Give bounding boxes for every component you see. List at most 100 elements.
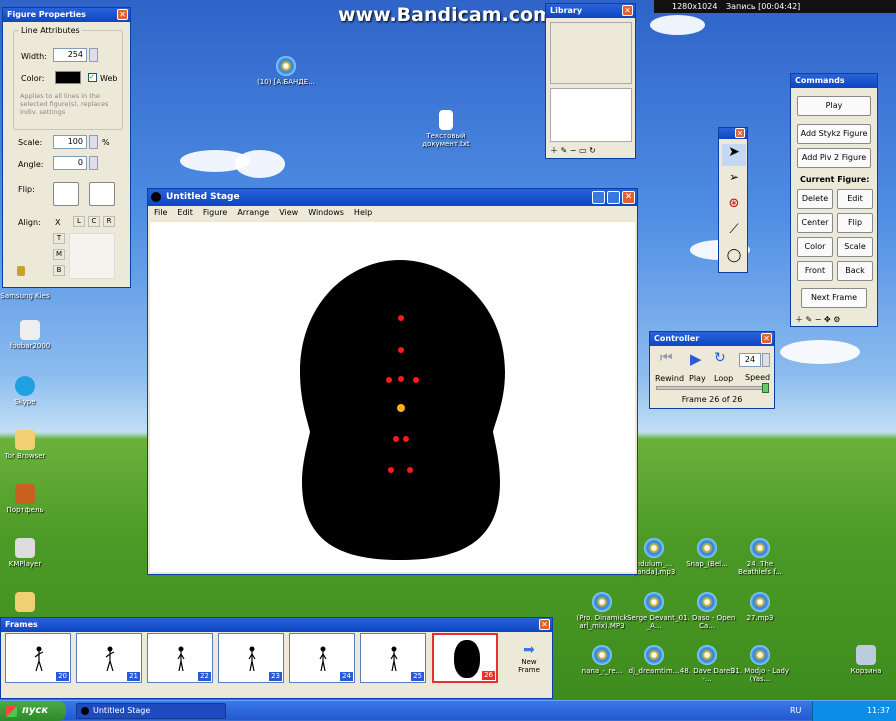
desktop-icon[interactable]: Samsung Kies: [0, 292, 55, 300]
desktop-icon[interactable]: Корзина: [836, 645, 896, 675]
desktop-icon[interactable]: foobar2000: [0, 320, 60, 350]
loop-icon[interactable]: ↻: [714, 350, 726, 366]
speed-input[interactable]: 24: [739, 353, 761, 367]
desktop-icon[interactable]: Serge Devant_-_A...: [624, 592, 684, 630]
desktop-icon[interactable]: 48. Dave Darell -...: [677, 645, 737, 683]
align-x-button[interactable]: X: [55, 218, 60, 227]
maximize-button[interactable]: [607, 191, 620, 204]
play-button[interactable]: Play: [797, 96, 871, 116]
rotate-tool-icon[interactable]: ⊛: [722, 196, 746, 218]
color-button[interactable]: Color: [797, 237, 833, 257]
minus-icon[interactable]: −: [570, 146, 577, 155]
frame-thumb-selected[interactable]: 26: [432, 633, 498, 683]
root-joint-handle[interactable]: [397, 404, 405, 412]
add-icon[interactable]: ＋: [795, 315, 803, 324]
lock-icon[interactable]: [17, 266, 25, 276]
frame-thumb[interactable]: 21: [76, 633, 142, 683]
angle-stepper[interactable]: [89, 156, 98, 170]
frame-thumb[interactable]: 22: [147, 633, 213, 683]
language-indicator[interactable]: RU: [790, 701, 810, 721]
menu-file[interactable]: File: [154, 206, 167, 220]
desktop-icon[interactable]: Skype: [0, 376, 55, 406]
frame-thumb[interactable]: 24: [289, 633, 355, 683]
menu-windows[interactable]: Windows: [308, 206, 344, 220]
select-arrow-icon[interactable]: ➤: [722, 144, 746, 166]
move-icon[interactable]: ✥: [824, 315, 831, 324]
close-icon[interactable]: ✕: [622, 5, 633, 16]
close-icon[interactable]: ✕: [622, 191, 635, 204]
joint-handle[interactable]: [393, 436, 399, 442]
desktop-icon[interactable]: KMPlayer: [0, 538, 55, 568]
align-bottom-button[interactable]: B: [53, 265, 65, 276]
joint-handle[interactable]: [398, 347, 404, 353]
desktop-icon[interactable]: Портфель: [0, 484, 55, 514]
scale-button[interactable]: Scale: [837, 237, 873, 257]
folder-icon[interactable]: ▭: [579, 146, 587, 155]
add-icon[interactable]: ＋: [550, 146, 558, 155]
taskbar-task-stage[interactable]: Untitled Stage: [76, 703, 226, 719]
menu-view[interactable]: View: [279, 206, 298, 220]
joint-handle[interactable]: [407, 467, 413, 473]
frame-thumb[interactable]: 20: [5, 633, 71, 683]
close-icon[interactable]: ✕: [539, 619, 550, 630]
close-icon[interactable]: ✕: [761, 333, 772, 344]
play-icon[interactable]: ▶: [690, 350, 702, 368]
minimize-button[interactable]: [592, 191, 605, 204]
frame-slider[interactable]: [656, 386, 768, 390]
stick-figure[interactable]: [150, 222, 635, 572]
edit-button[interactable]: Edit: [837, 189, 873, 209]
front-button[interactable]: Front: [797, 261, 833, 281]
desktop-icon[interactable]: 27.mp3: [730, 592, 790, 622]
align-right-button[interactable]: R: [103, 216, 115, 227]
web-checkbox[interactable]: ✓: [88, 73, 97, 82]
back-button[interactable]: Back: [837, 261, 873, 281]
add-stykz-figure-button[interactable]: Add Stykz Figure: [797, 124, 871, 144]
add-circle-icon[interactable]: ◯: [722, 248, 746, 270]
direct-select-icon[interactable]: ➢: [722, 170, 746, 192]
desktop-icon[interactable]: Snap_(Bel...: [677, 538, 737, 568]
scale-stepper[interactable]: [89, 135, 98, 149]
start-button[interactable]: пуск: [0, 701, 66, 721]
minus-icon[interactable]: −: [815, 315, 822, 324]
desktop-icon[interactable]: Текстовый документ.txt: [416, 110, 476, 148]
flip-button[interactable]: Flip: [837, 213, 873, 233]
angle-input[interactable]: 0: [53, 156, 87, 170]
joint-handle[interactable]: [413, 377, 419, 383]
gear-icon[interactable]: ⚙: [833, 315, 840, 324]
add-line-icon[interactable]: ⟋: [722, 222, 746, 244]
menu-arrange[interactable]: Arrange: [237, 206, 269, 220]
desktop-icon[interactable]: (Pro. Dinamick arl_mix).MP3: [572, 592, 632, 630]
speed-stepper[interactable]: [762, 353, 770, 367]
align-middle-button[interactable]: M: [53, 249, 65, 260]
delete-button[interactable]: Delete: [797, 189, 833, 209]
refresh-icon[interactable]: ↻: [589, 146, 596, 155]
align-left-button[interactable]: L: [73, 216, 85, 227]
menu-figure[interactable]: Figure: [203, 206, 227, 220]
flip-vertical-button[interactable]: [89, 182, 115, 206]
desktop-icon[interactable]: (10) [А.БАНДЕ...: [256, 56, 316, 86]
library-list[interactable]: [550, 88, 632, 142]
flip-horizontal-button[interactable]: [53, 182, 79, 206]
joint-handle[interactable]: [388, 467, 394, 473]
frame-slider-thumb[interactable]: [762, 383, 769, 393]
scale-input[interactable]: 100: [53, 135, 87, 149]
color-swatch[interactable]: [55, 71, 81, 84]
width-stepper[interactable]: [89, 48, 98, 62]
joint-handle[interactable]: [398, 376, 404, 382]
desktop-icon[interactable]: dj_dreamtim...: [624, 645, 684, 675]
width-input[interactable]: 254: [53, 48, 87, 62]
close-icon[interactable]: ✕: [117, 9, 128, 20]
pencil-icon[interactable]: ✎: [806, 315, 813, 324]
desktop-icon[interactable]: 31. Modjo - Lady (Yas...: [730, 645, 790, 683]
next-frame-button[interactable]: Next Frame: [801, 288, 867, 308]
clock[interactable]: 11:37: [867, 706, 890, 715]
frame-thumb[interactable]: 23: [218, 633, 284, 683]
library-top-pane[interactable]: [550, 22, 632, 84]
stage-canvas[interactable]: [150, 222, 635, 572]
joint-handle[interactable]: [386, 377, 392, 383]
center-button[interactable]: Center: [797, 213, 833, 233]
frame-thumb[interactable]: 25: [360, 633, 426, 683]
align-top-button[interactable]: T: [53, 233, 65, 244]
menu-help[interactable]: Help: [354, 206, 372, 220]
desktop-icon[interactable]: Tor Browser: [0, 430, 55, 460]
